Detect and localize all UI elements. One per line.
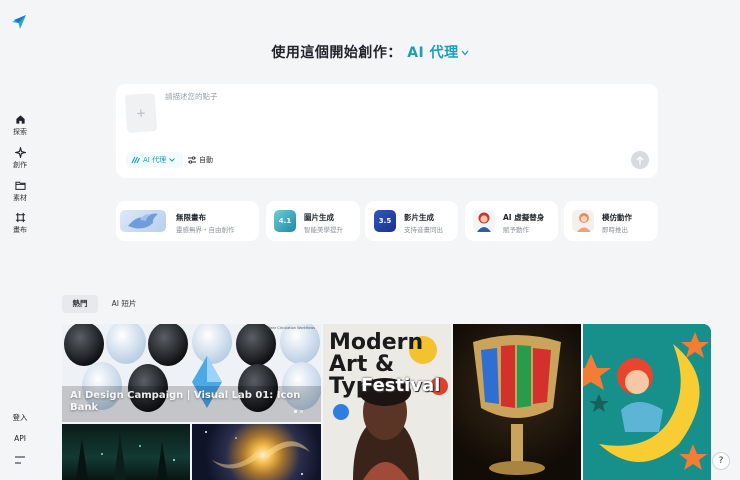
feature-desc: 支持音畫同出 bbox=[404, 226, 443, 234]
nav-item-canvas[interactable]: 畫布 bbox=[0, 212, 40, 235]
mode-label: AI 代理 bbox=[407, 45, 459, 61]
menu-toggle[interactable] bbox=[0, 456, 40, 466]
feature-title: 影片生成 bbox=[404, 213, 434, 222]
auto-chip-label: 自動 bbox=[199, 156, 213, 164]
nav-item-explore[interactable]: 探索 bbox=[0, 114, 40, 137]
tab-ai-shorts[interactable]: AI 短片 bbox=[106, 295, 142, 313]
feature-card-avatar[interactable]: AI 虛擬替身 賦予動作 bbox=[465, 201, 558, 241]
nav-label: 素材 bbox=[13, 194, 27, 202]
folder-icon bbox=[14, 181, 26, 190]
heading-prefix: 使用這個開始創作： bbox=[271, 45, 402, 61]
feature-thumbnail bbox=[120, 210, 166, 232]
mode-selector[interactable]: AI 代理 bbox=[407, 45, 469, 61]
feature-desc: 靈感無界・自由創作 bbox=[176, 226, 235, 234]
prompt-input[interactable] bbox=[165, 92, 635, 101]
agent-mode-chip[interactable]: AI 代理 bbox=[126, 152, 184, 168]
feature-title: 圖片生成 bbox=[304, 213, 334, 222]
avatar-character-icon bbox=[477, 212, 491, 232]
avatar-thumbnail bbox=[473, 210, 495, 232]
agent-icon bbox=[131, 156, 140, 164]
dancer-icon bbox=[577, 213, 591, 232]
tab-trending[interactable]: 熱門 bbox=[62, 295, 98, 313]
nav-label: 畫布 bbox=[13, 226, 27, 234]
gallery-grid: Clear Circulation Workflows AI Design Ca… bbox=[62, 324, 711, 480]
feature-desc: 智能美學提升 bbox=[304, 226, 343, 234]
nav-item-create[interactable]: 創作 bbox=[0, 147, 40, 170]
home-icon bbox=[15, 115, 25, 124]
forest-artwork bbox=[76, 432, 175, 480]
featured-caption: AI Design Campaign | Visual Lab 01: Icon… bbox=[70, 390, 301, 413]
carousel-dots[interactable] bbox=[294, 410, 303, 413]
gallery-item-forest[interactable] bbox=[62, 424, 190, 480]
sliders-icon bbox=[188, 156, 196, 164]
feature-card-video-generation[interactable]: 3.5 影片生成 支持音畫同出 bbox=[365, 201, 458, 241]
app-logo-icon[interactable] bbox=[11, 14, 27, 30]
prompt-card: + AI 代理 自動 bbox=[116, 84, 658, 178]
stained-glass-artwork bbox=[473, 335, 561, 475]
feature-title: 無限畫布 bbox=[176, 213, 206, 222]
galaxy-artwork bbox=[205, 431, 310, 475]
chevron-down-icon bbox=[461, 50, 469, 56]
feature-card-image-generation[interactable]: 4.1 圖片生成 智能美學提升 bbox=[266, 201, 360, 241]
nav-item-assets[interactable]: 素材 bbox=[0, 180, 40, 203]
bird-illustration-icon bbox=[128, 213, 158, 229]
arrow-up-icon bbox=[636, 155, 644, 164]
nav-label: 探索 bbox=[13, 128, 27, 136]
gallery-item-moon[interactable] bbox=[583, 324, 711, 480]
agent-chip-label: AI 代理 bbox=[143, 156, 167, 164]
send-button[interactable] bbox=[631, 151, 649, 169]
feature-title: 模仿動作 bbox=[602, 213, 632, 222]
nav-label: 創作 bbox=[13, 161, 27, 169]
feature-desc: 賦予動作 bbox=[503, 226, 529, 234]
gallery-item-poster[interactable]: Modern Art & Type Festival bbox=[323, 324, 451, 480]
sidebar: 探索 創作 素材 畫布 登入 API bbox=[0, 0, 40, 480]
moon-artwork bbox=[583, 324, 711, 480]
api-link[interactable]: API bbox=[0, 434, 40, 443]
sparkle-icon bbox=[14, 147, 26, 158]
feature-cards: 無限畫布 靈感無界・自由創作 4.1 圖片生成 智能美學提升 3.5 影片生成 … bbox=[116, 201, 658, 241]
login-button[interactable]: 登入 bbox=[0, 412, 40, 423]
video-generation-icon: 3.5 bbox=[374, 210, 396, 232]
feature-card-infinite-canvas[interactable]: 無限畫布 靈感無界・自由創作 bbox=[116, 201, 259, 241]
canvas-icon bbox=[15, 212, 25, 223]
auto-settings-chip[interactable]: 自動 bbox=[183, 152, 218, 168]
gallery-item-stained-glass[interactable] bbox=[453, 324, 581, 480]
feature-title: AI 虛擬替身 bbox=[503, 213, 545, 222]
menu-icon bbox=[15, 456, 25, 464]
feature-desc: 即時推出 bbox=[602, 226, 628, 234]
feature-card-motion-mimic[interactable]: 模仿動作 即時推出 bbox=[564, 201, 658, 241]
gallery-item-galaxy[interactable] bbox=[192, 424, 321, 480]
gallery-item-featured[interactable]: Clear Circulation Workflows AI Design Ca… bbox=[62, 324, 321, 422]
question-icon: ? bbox=[718, 456, 724, 466]
page-heading: 使用這個開始創作： AI 代理 bbox=[0, 42, 740, 62]
help-button[interactable]: ? bbox=[712, 452, 730, 470]
upload-image-button[interactable]: + bbox=[124, 92, 158, 134]
plus-icon: + bbox=[135, 105, 147, 121]
chevron-down-icon bbox=[169, 158, 175, 162]
image-generation-icon: 4.1 bbox=[274, 210, 296, 232]
poster-title-line1: Modern bbox=[329, 330, 424, 355]
poster-title-line3: Festival bbox=[361, 375, 441, 396]
small-print-text: Clear Circulation Workflows bbox=[266, 326, 315, 330]
motion-thumbnail bbox=[572, 210, 594, 232]
